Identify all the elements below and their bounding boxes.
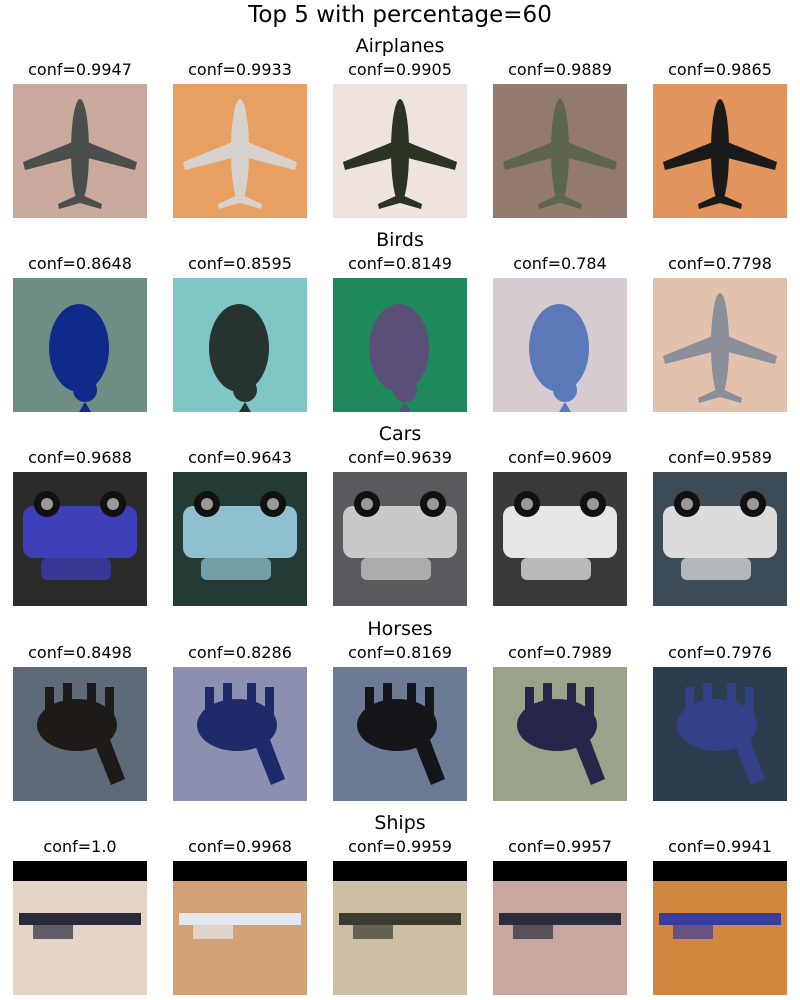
- car-image: [333, 472, 467, 606]
- row-title-airplanes: Airplanes: [355, 35, 445, 57]
- grid-cell: conf=0.7989: [493, 643, 627, 801]
- confidence-label: conf=0.8648: [28, 254, 132, 273]
- horse-image: [13, 667, 147, 801]
- row-title-birds: Birds: [376, 229, 424, 251]
- ship-image: [333, 861, 467, 995]
- grid-cell: conf=0.8498: [13, 643, 147, 801]
- confidence-label: conf=0.8595: [188, 254, 292, 273]
- grid-cell: conf=0.9609: [493, 448, 627, 606]
- image-grid-figure: Top 5 with percentage=60 Airplanes conf=0…: [0, 0, 800, 1000]
- horse-image: [493, 667, 627, 801]
- row-title-cars: Cars: [378, 423, 422, 445]
- confidence-label: conf=0.9941: [668, 837, 772, 856]
- car-image: [13, 472, 147, 606]
- car-image: [653, 472, 787, 606]
- grid-cell: conf=0.9957: [493, 837, 627, 995]
- airplane-image: [493, 84, 627, 218]
- ship-image: [653, 861, 787, 995]
- confidence-label: conf=0.9609: [508, 448, 612, 467]
- confidence-label: conf=0.8149: [348, 254, 452, 273]
- confidence-label: conf=0.9688: [28, 448, 132, 467]
- confidence-label: conf=0.9933: [188, 60, 292, 79]
- bird-image: [493, 278, 627, 412]
- ship-image: [173, 861, 307, 995]
- grid-cell: conf=0.9947: [13, 60, 147, 218]
- horse-image: [333, 667, 467, 801]
- confidence-label: conf=0.8286: [188, 643, 292, 662]
- confidence-label: conf=0.9889: [508, 60, 612, 79]
- row-title-ships: Ships: [374, 812, 426, 834]
- grid-cell: conf=0.9589: [653, 448, 787, 606]
- grid-cell: conf=0.7976: [653, 643, 787, 801]
- grid-cell: conf=0.9889: [493, 60, 627, 218]
- airplane-image: [13, 84, 147, 218]
- confidence-label: conf=0.7798: [668, 254, 772, 273]
- grid-cell: conf=0.9933: [173, 60, 307, 218]
- confidence-label: conf=0.9865: [668, 60, 772, 79]
- grid-cell: conf=0.8648: [13, 254, 147, 412]
- confidence-label: conf=0.9947: [28, 60, 132, 79]
- confidence-label: conf=0.8169: [348, 643, 452, 662]
- horse-image: [173, 667, 307, 801]
- grid-cell: conf=0.784: [493, 254, 627, 412]
- confidence-label: conf=0.7976: [668, 643, 772, 662]
- car-image: [493, 472, 627, 606]
- car-image: [173, 472, 307, 606]
- grid-cell: conf=0.9643: [173, 448, 307, 606]
- confidence-label: conf=0.9589: [668, 448, 772, 467]
- grid-cell: conf=0.8286: [173, 643, 307, 801]
- grid-cell: conf=0.9968: [173, 837, 307, 995]
- ship-image: [13, 861, 147, 995]
- airplane-image: [173, 84, 307, 218]
- grid-cell: conf=0.9688: [13, 448, 147, 606]
- grid-cell: conf=0.7798: [653, 254, 787, 412]
- grid-cell: conf=0.8595: [173, 254, 307, 412]
- airplane-image: [653, 84, 787, 218]
- confidence-label: conf=0.9643: [188, 448, 292, 467]
- grid-cell: conf=0.9905: [333, 60, 467, 218]
- ship-image: [493, 861, 627, 995]
- airplane-image: [333, 84, 467, 218]
- confidence-label: conf=0.9905: [348, 60, 452, 79]
- grid-cell: conf=0.8149: [333, 254, 467, 412]
- grid-cell: conf=1.0: [13, 837, 147, 995]
- confidence-label: conf=1.0: [43, 837, 117, 856]
- confidence-label: conf=0.784: [513, 254, 607, 273]
- confidence-label: conf=0.9968: [188, 837, 292, 856]
- confidence-label: conf=0.7989: [508, 643, 612, 662]
- grid-cell: conf=0.9941: [653, 837, 787, 995]
- confidence-label: conf=0.9957: [508, 837, 612, 856]
- bird-image: [13, 278, 147, 412]
- confidence-label: conf=0.9639: [348, 448, 452, 467]
- confidence-label: conf=0.8498: [28, 643, 132, 662]
- figure-title: Top 5 with percentage=60: [248, 2, 552, 28]
- grid-cell: conf=0.9639: [333, 448, 467, 606]
- bird-image: [653, 278, 787, 412]
- bird-image: [173, 278, 307, 412]
- row-title-horses: Horses: [367, 618, 433, 640]
- grid-cell: conf=0.8169: [333, 643, 467, 801]
- bird-image: [333, 278, 467, 412]
- grid-cell: conf=0.9959: [333, 837, 467, 995]
- grid-cell: conf=0.9865: [653, 60, 787, 218]
- horse-image: [653, 667, 787, 801]
- confidence-label: conf=0.9959: [348, 837, 452, 856]
